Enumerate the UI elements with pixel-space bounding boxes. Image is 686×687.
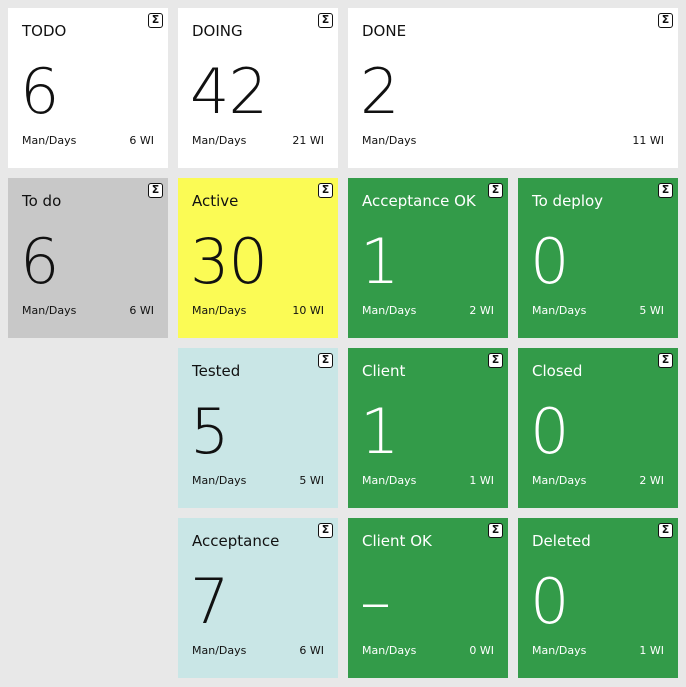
tile-active[interactable]: Active Σ 30 Man/Days 10 WI (178, 178, 338, 338)
tile-value: 1 (360, 395, 399, 468)
tile-value: 0 (530, 395, 569, 468)
tile-value: 1 (360, 225, 399, 298)
tile-title: DONE (362, 22, 407, 40)
tile-client[interactable]: Client Σ 1 Man/Days 1 WI (348, 348, 508, 508)
sum-icon[interactable]: Σ (658, 13, 673, 28)
tile-value: 7 (190, 565, 229, 638)
sum-icon[interactable]: Σ (148, 13, 163, 28)
tile-closed[interactable]: Closed Σ 0 Man/Days 2 WI (518, 348, 678, 508)
sum-icon[interactable]: Σ (148, 183, 163, 198)
tile-value: 0 (530, 565, 569, 638)
tile-wi-count: 6 WI (129, 134, 154, 147)
sum-icon[interactable]: Σ (318, 353, 333, 368)
sum-icon[interactable]: Σ (488, 353, 503, 368)
tile-unit: Man/Days (532, 644, 587, 657)
tile-wi-count: 1 WI (469, 474, 494, 487)
tile-wi-count: 11 WI (632, 134, 664, 147)
sum-icon[interactable]: Σ (658, 183, 673, 198)
tile-unit: Man/Days (532, 304, 587, 317)
tile-wi-count: 6 WI (129, 304, 154, 317)
tile-title: Closed (532, 362, 583, 380)
tile-title: Client OK (362, 532, 432, 550)
tile-value: 6 (20, 55, 59, 128)
sum-icon[interactable]: Σ (318, 183, 333, 198)
tile-acceptance-ok[interactable]: Acceptance OK Σ 1 Man/Days 2 WI (348, 178, 508, 338)
tile-value: 30 (190, 225, 268, 298)
sum-icon[interactable]: Σ (318, 523, 333, 538)
tile-unit: Man/Days (362, 304, 417, 317)
tile-wi-count: 5 WI (299, 474, 324, 487)
tile-to-deploy[interactable]: To deploy Σ 0 Man/Days 5 WI (518, 178, 678, 338)
tile-wi-count: 1 WI (639, 644, 664, 657)
tile-value: 6 (20, 225, 59, 298)
tile-deleted[interactable]: Deleted Σ 0 Man/Days 1 WI (518, 518, 678, 678)
tile-unit: Man/Days (192, 474, 247, 487)
tile-title: Deleted (532, 532, 591, 550)
tile-unit: Man/Days (532, 474, 587, 487)
tile-unit: Man/Days (192, 644, 247, 657)
tile-unit: Man/Days (362, 134, 417, 147)
tile-done[interactable]: DONE Σ 2 Man/Days 11 WI (348, 8, 678, 168)
tile-wi-count: 10 WI (292, 304, 324, 317)
tile-value: – (360, 565, 391, 638)
sum-icon[interactable]: Σ (488, 523, 503, 538)
tile-wi-count: 2 WI (469, 304, 494, 317)
tile-unit: Man/Days (362, 474, 417, 487)
sum-icon[interactable]: Σ (318, 13, 333, 28)
tile-unit: Man/Days (362, 644, 417, 657)
tile-title: Acceptance OK (362, 192, 476, 210)
tile-wi-count: 2 WI (639, 474, 664, 487)
tile-wi-count: 21 WI (292, 134, 324, 147)
sum-icon[interactable]: Σ (488, 183, 503, 198)
tile-title: DOING (192, 22, 243, 40)
tile-title: To do (22, 192, 62, 210)
tile-title: Active (192, 192, 239, 210)
tile-value: 42 (190, 55, 268, 128)
sum-icon[interactable]: Σ (658, 523, 673, 538)
tile-wi-count: 5 WI (639, 304, 664, 317)
tile-acceptance[interactable]: Acceptance Σ 7 Man/Days 6 WI (178, 518, 338, 678)
sum-icon[interactable]: Σ (658, 353, 673, 368)
tile-value: 5 (190, 395, 229, 468)
tile-value: 0 (530, 225, 569, 298)
tile-unit: Man/Days (22, 134, 77, 147)
tile-title: To deploy (532, 192, 604, 210)
tile-title: TODO (22, 22, 67, 40)
tile-title: Acceptance (192, 532, 280, 550)
tile-todo[interactable]: TODO Σ 6 Man/Days 6 WI (8, 8, 168, 168)
tile-value: 2 (360, 55, 399, 128)
tile-to-do[interactable]: To do Σ 6 Man/Days 6 WI (8, 178, 168, 338)
tile-unit: Man/Days (192, 134, 247, 147)
tile-wi-count: 6 WI (299, 644, 324, 657)
tile-client-ok[interactable]: Client OK Σ – Man/Days 0 WI (348, 518, 508, 678)
tile-unit: Man/Days (192, 304, 247, 317)
tile-unit: Man/Days (22, 304, 77, 317)
tile-title: Client (362, 362, 406, 380)
tile-wi-count: 0 WI (469, 644, 494, 657)
tile-doing[interactable]: DOING Σ 42 Man/Days 21 WI (178, 8, 338, 168)
tile-tested[interactable]: Tested Σ 5 Man/Days 5 WI (178, 348, 338, 508)
tile-title: Tested (192, 362, 241, 380)
